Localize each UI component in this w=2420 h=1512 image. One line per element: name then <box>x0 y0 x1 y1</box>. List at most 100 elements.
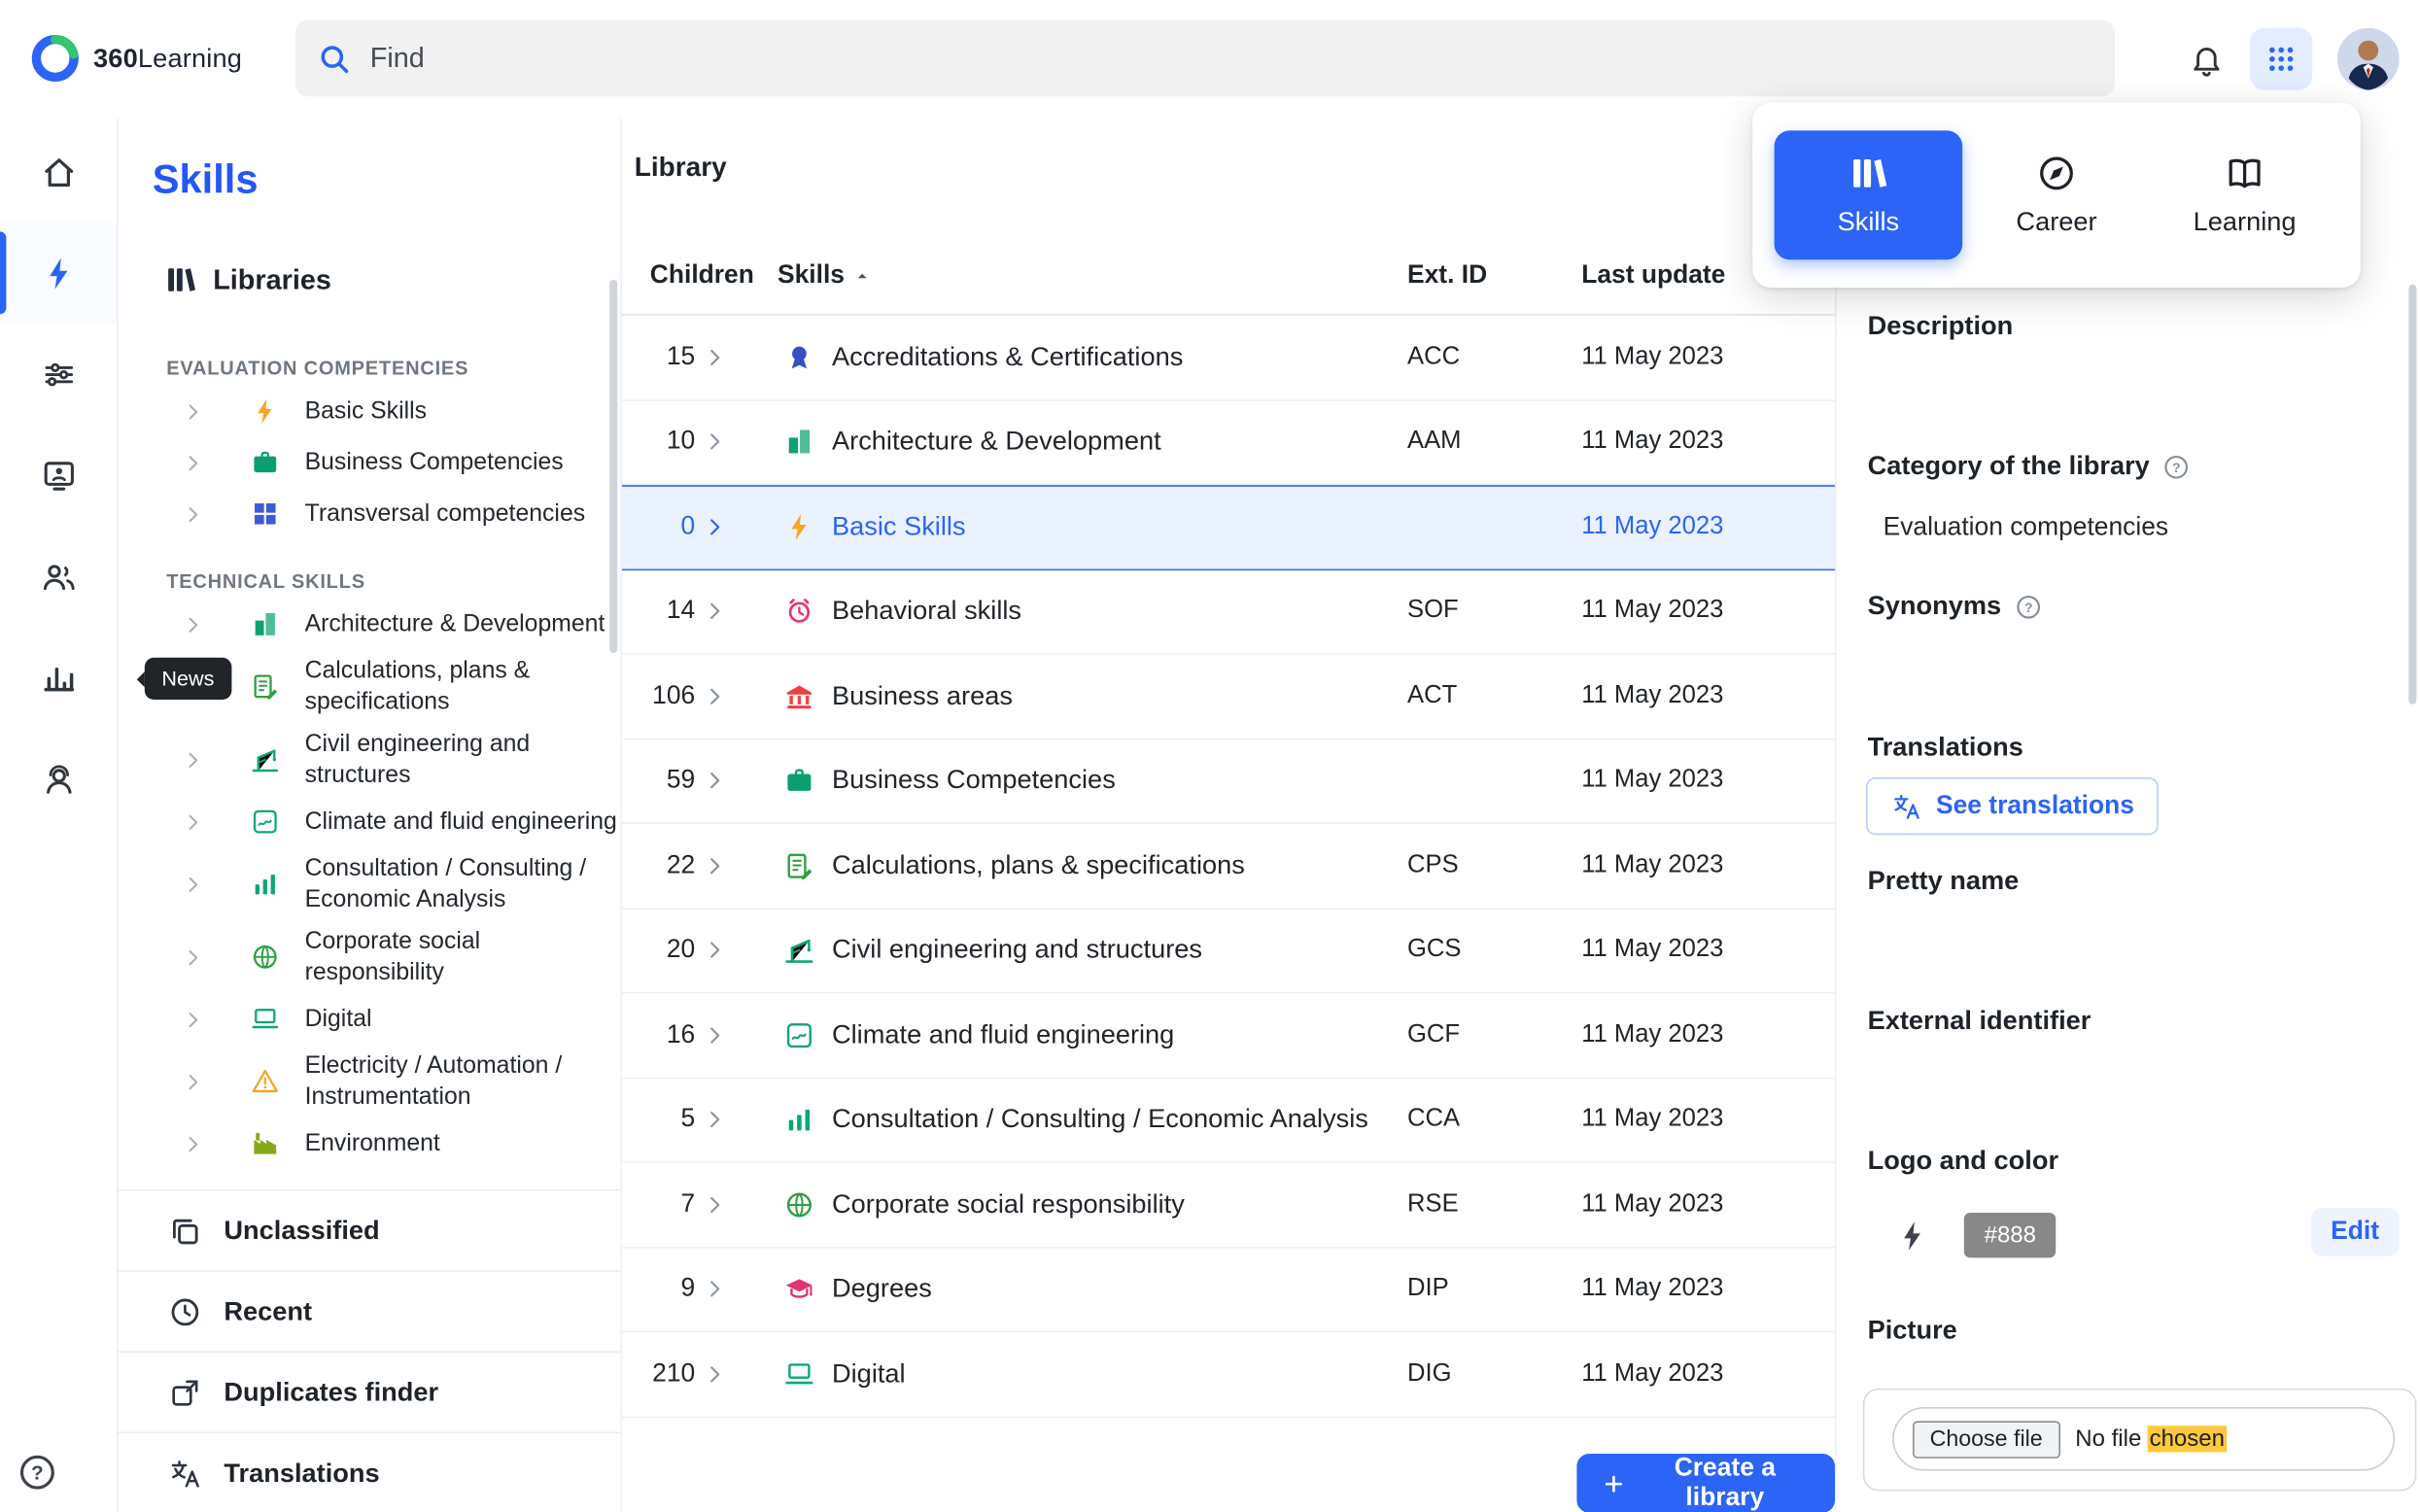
chevron-right-icon[interactable] <box>182 1133 203 1154</box>
chevron-right-icon[interactable] <box>703 1278 726 1301</box>
table-row[interactable]: 59Business Competencies11 May 2023 <box>622 739 1835 824</box>
library-tree-item[interactable]: Corporate social responsibility <box>119 920 621 993</box>
see-translations-button[interactable]: See translations <box>1866 777 2160 835</box>
table-row[interactable]: 20Civil engineering and structuresGCS11 … <box>622 909 1835 993</box>
apps-grid-button[interactable] <box>2250 28 2312 90</box>
chevron-right-icon[interactable] <box>703 430 726 454</box>
libraries-header[interactable]: Libraries <box>163 262 331 296</box>
table-row[interactable]: 7Corporate social responsibilityRSE11 Ma… <box>622 1163 1835 1248</box>
library-tree-item[interactable]: Civil engineering and structures <box>119 723 621 796</box>
library-tree-item[interactable]: Architecture & Development <box>119 599 621 650</box>
skill-label[interactable]: Corporate social responsibility <box>832 1189 1185 1220</box>
tree-item-label: Architecture & Development <box>305 608 621 639</box>
table-row[interactable]: 210DigitalDIG11 May 2023 <box>622 1332 1835 1417</box>
table-row[interactable]: 9DegreesDIP11 May 2023 <box>622 1248 1835 1332</box>
chevron-right-icon[interactable] <box>703 1362 726 1386</box>
switcher-learning[interactable]: Learning <box>2151 130 2339 259</box>
notifications-bell-icon[interactable] <box>2188 41 2225 78</box>
skill-label[interactable]: Business Competencies <box>832 766 1116 797</box>
create-library-button[interactable]: Create a library <box>1576 1454 1835 1512</box>
column-header-ext-id[interactable]: Ext. ID <box>1407 261 1487 291</box>
nav-home[interactable] <box>0 121 117 223</box>
table-row[interactable]: 14Behavioral skillsSOF11 May 2023 <box>622 569 1835 654</box>
skill-label[interactable]: Climate and fluid engineering <box>832 1019 1174 1050</box>
nav-news[interactable] <box>0 627 117 728</box>
nav-support[interactable] <box>0 728 117 829</box>
search-input[interactable] <box>370 42 2093 75</box>
chevron-right-icon[interactable] <box>703 1023 726 1047</box>
column-header-skills[interactable]: Skills <box>778 261 871 291</box>
chevron-right-icon[interactable] <box>182 873 203 894</box>
grid-icon <box>251 499 280 529</box>
chevron-right-icon[interactable] <box>703 346 726 369</box>
library-tree-item[interactable]: Transversal competencies <box>119 488 621 539</box>
edit-logo-button[interactable]: Edit <box>2310 1208 2399 1256</box>
chevron-right-icon[interactable] <box>703 516 726 539</box>
table-row[interactable]: 15Accreditations & CertificationsACC11 M… <box>622 316 1835 400</box>
sidebar-item-recent[interactable]: Recent <box>119 1270 621 1351</box>
chevron-right-icon[interactable] <box>182 400 203 422</box>
logo-and-color-label: Logo and color <box>1868 1146 2058 1177</box>
library-tree-item[interactable]: Climate and fluid engineering <box>119 796 621 847</box>
library-tree-item[interactable]: Environment <box>119 1117 621 1169</box>
library-tree-item[interactable]: Digital <box>119 993 621 1045</box>
book-open-icon <box>2224 153 2265 194</box>
choose-file-button[interactable]: Choose file <box>1913 1421 2059 1458</box>
scrollbar-thumb[interactable] <box>609 280 617 653</box>
chevron-right-icon[interactable] <box>703 1108 726 1131</box>
chevron-right-icon[interactable] <box>182 503 203 525</box>
library-tree-item[interactable]: Business Competencies <box>119 437 621 489</box>
library-tree-item[interactable]: Consultation / Consulting / Economic Ana… <box>119 847 621 920</box>
table-row[interactable]: 16Climate and fluid engineeringGCF11 May… <box>622 993 1835 1078</box>
chevron-right-icon[interactable] <box>703 684 726 707</box>
chevron-right-icon[interactable] <box>182 1071 203 1092</box>
nav-users[interactable] <box>0 526 117 627</box>
skill-label[interactable]: Calculations, plans & specifications <box>832 850 1245 881</box>
nav-evaluations[interactable] <box>0 425 117 526</box>
chevron-right-icon[interactable] <box>182 748 203 770</box>
column-header-last-update[interactable]: Last update <box>1581 261 1725 291</box>
chevron-right-icon[interactable] <box>182 946 203 968</box>
skill-label[interactable]: Behavioral skills <box>832 596 1021 627</box>
skill-label[interactable]: Business areas <box>832 680 1013 711</box>
skill-label[interactable]: Civil engineering and structures <box>832 935 1202 966</box>
table-row[interactable]: 106Business areasACT11 May 2023 <box>622 655 1835 739</box>
skill-label[interactable]: Architecture & Development <box>832 427 1161 458</box>
sidebar-item-duplicates-finder[interactable]: Duplicates finder <box>119 1351 621 1431</box>
table-row[interactable]: 5Consultation / Consulting / Economic An… <box>622 1079 1835 1163</box>
chevron-right-icon[interactable] <box>182 613 203 635</box>
user-avatar[interactable] <box>2337 28 2400 90</box>
column-header-children[interactable]: Children <box>650 261 754 291</box>
brand[interactable]: 360Learning <box>31 34 242 83</box>
skill-label[interactable]: Consultation / Consulting / Economic Ana… <box>832 1104 1368 1135</box>
help-circle-icon[interactable]: ? <box>2014 592 2043 621</box>
file-input[interactable]: Choose file No file chosen <box>1892 1407 2395 1471</box>
chevron-right-icon[interactable] <box>703 770 726 793</box>
global-search[interactable] <box>295 20 2115 96</box>
skill-label[interactable]: Accreditations & Certifications <box>832 342 1183 373</box>
help-button[interactable]: ? <box>16 1451 59 1495</box>
help-circle-icon[interactable]: ? <box>2162 452 2192 481</box>
switcher-skills[interactable]: Skills <box>1775 130 1963 259</box>
nav-skills[interactable] <box>0 223 117 324</box>
chevron-right-icon[interactable] <box>703 600 726 623</box>
nav-settings[interactable] <box>0 324 117 425</box>
library-tree-item[interactable]: Electricity / Automation / Instrumentati… <box>119 1045 621 1117</box>
chevron-right-icon[interactable] <box>182 1009 203 1030</box>
table-row[interactable]: 22Calculations, plans & specificationsCP… <box>622 824 1835 909</box>
sidebar-item-unclassified[interactable]: Unclassified <box>119 1189 621 1270</box>
table-row[interactable]: 10Architecture & DevelopmentAAM11 May 20… <box>622 400 1835 485</box>
chevron-right-icon[interactable] <box>703 1193 726 1217</box>
switcher-career[interactable]: Career <box>1962 130 2151 259</box>
library-tree-item[interactable]: Basic Skills <box>119 386 621 437</box>
table-row[interactable]: 0Basic Skills11 May 2023 <box>622 485 1835 569</box>
sidebar-item-translations[interactable]: Translations <box>119 1432 621 1512</box>
skill-label[interactable]: Digital <box>832 1358 906 1390</box>
chevron-right-icon[interactable] <box>182 452 203 473</box>
skill-label[interactable]: Degrees <box>832 1274 932 1305</box>
chevron-right-icon[interactable] <box>703 854 726 877</box>
scrollbar-thumb[interactable] <box>2408 285 2416 704</box>
chevron-right-icon[interactable] <box>703 939 726 962</box>
chevron-right-icon[interactable] <box>182 810 203 832</box>
skill-label[interactable]: Basic Skills <box>832 512 966 543</box>
